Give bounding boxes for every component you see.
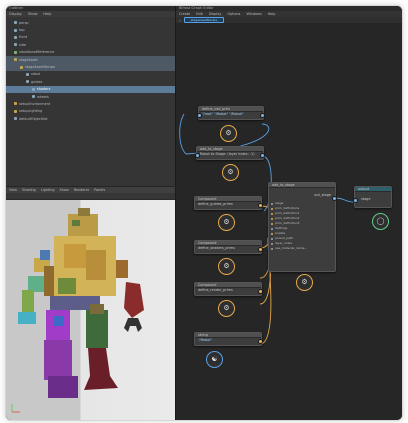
node-comp1-sub: define_guides_prims bbox=[198, 202, 233, 206]
menu-help[interactable]: Help bbox=[43, 11, 51, 17]
node-root-title: define_usd_prim bbox=[202, 107, 230, 111]
menu-show[interactable]: Show bbox=[60, 187, 69, 193]
node-comp1-output-port[interactable] bbox=[258, 203, 263, 208]
node-output[interactable]: output stage bbox=[353, 186, 392, 208]
graph-editor-panel: Bifrost Graph Editor Create Edit Display… bbox=[176, 6, 402, 420]
node-add-prefix[interactable]: add_to_stage Robot to Stage: (layer inde… bbox=[195, 146, 265, 160]
node-string[interactable]: string "/Robot" bbox=[194, 332, 263, 346]
node-comp2-output-port[interactable] bbox=[258, 247, 263, 252]
node-comp2-badge-icon: ⚙ bbox=[218, 258, 235, 275]
outliner-item-environment[interactable]: setupEnvironment bbox=[6, 100, 175, 107]
node-comp2-sub: define_shaders_prims bbox=[198, 246, 235, 250]
node-compound-guides[interactable]: Compound define_guides_prims bbox=[194, 196, 263, 210]
menu-show[interactable]: Show bbox=[28, 11, 37, 17]
light-icon bbox=[14, 109, 17, 113]
menu-panels[interactable]: Panels bbox=[94, 187, 105, 193]
outliner-tree: persp top front side robotAssetReference… bbox=[6, 19, 175, 122]
node-comp3-output-port[interactable] bbox=[258, 289, 263, 294]
node-string-output-port[interactable] bbox=[258, 339, 263, 344]
node-comp2-title: Compound bbox=[198, 241, 217, 245]
outliner-item-recipe[interactable]: stageAssetRecipe bbox=[6, 63, 175, 71]
node-stage-badge-icon: ⚙ bbox=[296, 274, 313, 291]
node-compound-shaders[interactable]: Compound define_shaders_prims bbox=[194, 240, 263, 254]
shader-icon bbox=[32, 87, 35, 91]
viewport-panel: View Shading Lighting Show Renderer Pane… bbox=[6, 187, 176, 420]
outliner-item-stageasset[interactable]: stageAsset bbox=[6, 55, 175, 64]
node-output-input-port[interactable] bbox=[353, 198, 358, 203]
node-prefix-value: Robot to Stage: (layer index: -1) bbox=[200, 152, 255, 156]
outliner-item-shaders[interactable]: shaders bbox=[6, 85, 175, 93]
app-window: Outliner Display Show Help persp top fro… bbox=[5, 5, 403, 421]
node-string-title: string bbox=[198, 333, 208, 337]
node-output-title: output bbox=[358, 187, 370, 191]
node-prefix-input-port[interactable] bbox=[195, 153, 200, 158]
outliner-item-objectset[interactable]: defaultObjectSet bbox=[6, 115, 175, 122]
camera-icon bbox=[14, 28, 17, 32]
robot-model[interactable] bbox=[6, 200, 175, 420]
camera-icon bbox=[14, 43, 17, 47]
node-root-badge-icon: ⚙ bbox=[220, 125, 237, 142]
node-stage-port-list: stage prim_definitions prim_definition1 … bbox=[269, 201, 335, 251]
node-stage-out: out_stage bbox=[314, 193, 331, 197]
outliner-item-persp[interactable]: persp bbox=[6, 19, 175, 26]
node-stage-title: add_to_stage bbox=[272, 183, 295, 187]
menu-shading[interactable]: Shading bbox=[22, 187, 36, 193]
port-use-material[interactable]: use_material_name... bbox=[269, 246, 335, 251]
node-comp1-title: Compound bbox=[198, 197, 217, 201]
node-add-to-stage[interactable]: add_to_stage out_stage stage prim_defini… bbox=[268, 182, 337, 272]
node-comp1-badge-icon: ⚙ bbox=[218, 214, 235, 231]
node-string-value: "/Robot" bbox=[198, 338, 213, 342]
node-root-input-port[interactable] bbox=[197, 113, 202, 118]
outliner-panel: Outliner Display Show Help persp top fro… bbox=[6, 6, 176, 186]
node-define-root[interactable]: define_usd_prim "/root" "/Robot" "/Robot… bbox=[197, 106, 265, 120]
outliner-item-lighting[interactable]: setupLighting bbox=[6, 108, 175, 115]
stage-icon bbox=[14, 58, 17, 62]
node-output-badge-icon: ◯ bbox=[372, 213, 389, 230]
viewport-canvas[interactable] bbox=[6, 200, 175, 420]
menu-view[interactable]: View bbox=[9, 187, 17, 193]
node-comp3-title: Compound bbox=[198, 283, 217, 287]
node-root-value: "/root" "/Robot" "/Robot" bbox=[202, 112, 244, 116]
node-output-port-label: stage bbox=[361, 197, 371, 201]
node-prefix-badge-icon: ⚙ bbox=[222, 164, 239, 181]
outliner-item-top[interactable]: top bbox=[6, 26, 175, 33]
node-string-badge-icon: ☯ bbox=[206, 351, 223, 368]
outliner-item-reference[interactable]: robotAssetReference bbox=[6, 49, 175, 56]
group-icon bbox=[26, 72, 29, 76]
node-compound-render[interactable]: Compound define_render_prims bbox=[194, 282, 263, 296]
outliner-item-wheels[interactable]: wheels bbox=[6, 93, 175, 100]
node-prefix-output-port[interactable] bbox=[260, 153, 265, 158]
group-icon bbox=[26, 80, 29, 84]
set-icon bbox=[14, 117, 17, 121]
node-comp3-sub: define_render_prims bbox=[198, 288, 233, 292]
group-icon bbox=[32, 95, 35, 99]
outliner-item-front[interactable]: front bbox=[6, 34, 175, 41]
camera-icon bbox=[14, 35, 17, 39]
node-prefix-title: add_to_stage bbox=[200, 147, 223, 151]
menu-lighting[interactable]: Lighting bbox=[41, 187, 55, 193]
viewport-toolbar[interactable] bbox=[6, 193, 175, 200]
environment-icon bbox=[14, 102, 17, 106]
menu-renderer[interactable]: Renderer bbox=[74, 187, 89, 193]
outliner-menubar: Display Show Help bbox=[6, 11, 175, 17]
node-comp3-badge-icon: ⚙ bbox=[218, 300, 235, 317]
reference-icon bbox=[14, 50, 17, 54]
graph-icon bbox=[20, 65, 23, 69]
menu-display[interactable]: Display bbox=[9, 11, 22, 17]
outliner-item-side[interactable]: side bbox=[6, 41, 175, 48]
node-stage-output-port[interactable] bbox=[332, 196, 337, 201]
outliner-item-robot[interactable]: robot bbox=[6, 71, 175, 78]
camera-icon bbox=[14, 21, 17, 25]
outliner-item-guides[interactable]: guides bbox=[6, 78, 175, 85]
node-root-output-port[interactable] bbox=[260, 113, 265, 118]
